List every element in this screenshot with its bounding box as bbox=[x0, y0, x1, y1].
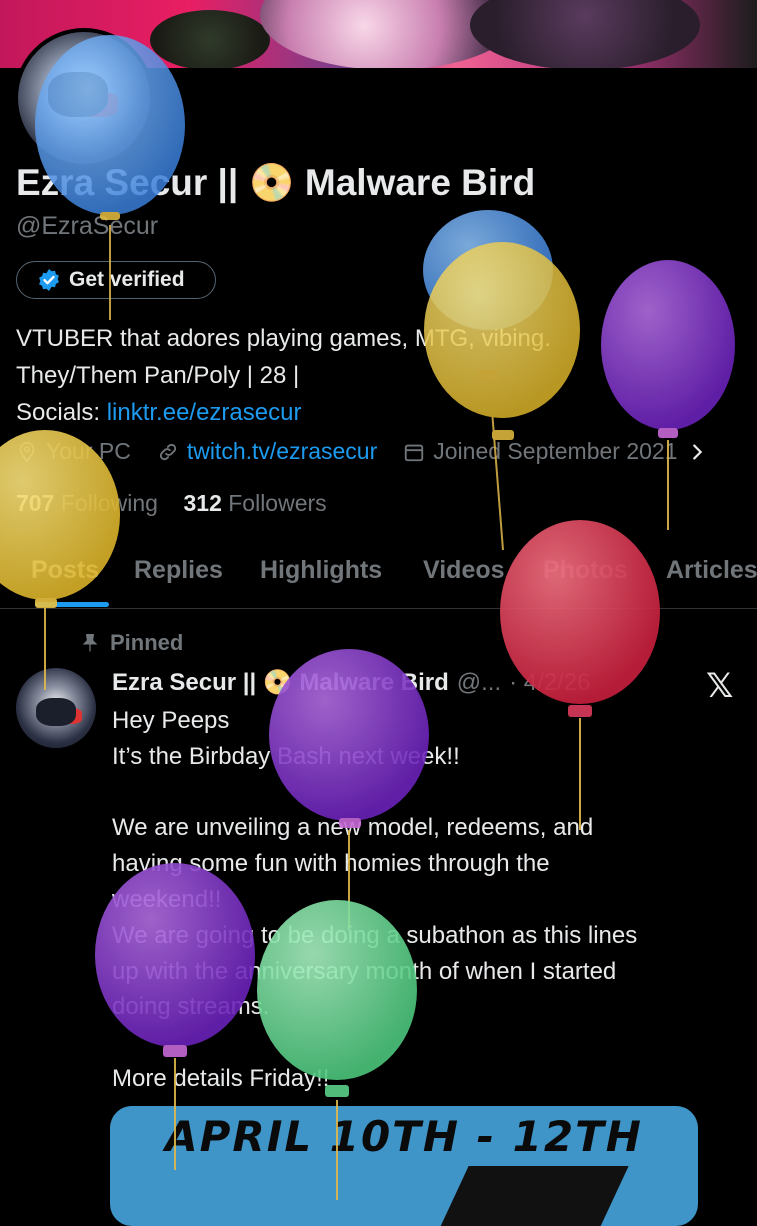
profile-handle: @EzraSecur bbox=[16, 212, 159, 240]
post-line: having some fun with homies through the bbox=[112, 850, 550, 878]
followers-count: 312 bbox=[183, 490, 222, 516]
post-line: weekend!! bbox=[112, 885, 222, 913]
pinned-indicator: Pinned bbox=[80, 630, 183, 656]
bio-line: They/Them Pan/Poly | 28 | bbox=[16, 362, 300, 389]
balloon-blue bbox=[423, 210, 553, 330]
tab-replies[interactable]: Replies bbox=[134, 556, 223, 585]
followers-link[interactable]: 312 Followers bbox=[183, 490, 326, 516]
x-logo-icon: 𝕏 bbox=[706, 667, 734, 705]
media-art bbox=[431, 1166, 629, 1226]
post-line: We are going to be doing a subathon as t… bbox=[112, 921, 638, 949]
bio-linktree-link[interactable]: linktr.ee/ezrasecur bbox=[107, 399, 302, 426]
followers-label: Followers bbox=[228, 490, 327, 516]
tab-highlights[interactable]: Highlights bbox=[260, 556, 382, 585]
profile-bio: VTUBER that adores playing games, MTG, v… bbox=[16, 320, 746, 431]
profile-joined[interactable]: Joined September 2021 bbox=[403, 438, 707, 465]
post-media-image[interactable]: APRIL 10TH - 12TH bbox=[110, 1106, 698, 1226]
following-link[interactable]: 707 Following bbox=[16, 490, 158, 516]
chevron-right-icon bbox=[692, 443, 702, 460]
location-text: Your PC bbox=[46, 438, 131, 464]
post-line: It’s the Birbday Bash next week!! bbox=[112, 742, 460, 770]
website-link[interactable]: twitch.tv/ezrasecur bbox=[187, 438, 377, 465]
verified-badge-icon bbox=[39, 269, 59, 291]
location-icon bbox=[19, 441, 35, 463]
banner-art bbox=[150, 10, 270, 68]
joined-text: Joined September 2021 bbox=[433, 438, 678, 464]
tab-videos[interactable]: Videos bbox=[423, 556, 505, 585]
post-line bbox=[112, 775, 732, 811]
profile-location: Your PC bbox=[16, 438, 131, 465]
profile-website[interactable]: twitch.tv/ezrasecur bbox=[157, 438, 377, 465]
get-verified-button[interactable]: Get verified bbox=[16, 261, 216, 299]
pin-icon bbox=[82, 634, 98, 652]
post-line: doing streams. bbox=[112, 993, 270, 1021]
post-line: Hey Peeps bbox=[112, 707, 230, 734]
bio-line: Socials: linktr.ee/ezrasecur bbox=[16, 394, 746, 431]
tab-articles[interactable]: Articles bbox=[666, 556, 757, 585]
bio-line: VTUBER that adores playing games, MTG, v… bbox=[16, 325, 551, 352]
tab-posts[interactable]: Posts bbox=[31, 556, 99, 585]
profile-tabs: Posts Replies Highlights Videos Photos A… bbox=[0, 548, 757, 609]
profile-meta: Your PC twitch.tv/ezrasecur Joined Septe… bbox=[16, 438, 734, 465]
tab-photos[interactable]: Photos bbox=[543, 556, 628, 585]
post-text: Hey Peeps It’s the Birbday Bash next wee… bbox=[112, 703, 732, 1097]
profile-avatar[interactable] bbox=[14, 28, 154, 168]
profile-display-name: Ezra Secur || 📀 Malware Bird bbox=[16, 162, 536, 203]
following-count: 707 bbox=[16, 490, 55, 516]
get-verified-label: Get verified bbox=[69, 268, 185, 291]
active-tab-indicator bbox=[35, 602, 109, 607]
link-icon bbox=[159, 443, 176, 460]
bio-socials-prefix: Socials: bbox=[16, 399, 107, 426]
post-line: up with the anniversary month of when I … bbox=[112, 957, 617, 985]
banner-art bbox=[470, 0, 700, 68]
post-line: We are unveiling a new model, redeems, a… bbox=[112, 814, 594, 842]
profile-stats: 707 Following 312 Followers bbox=[16, 490, 327, 517]
pinned-label: Pinned bbox=[110, 630, 184, 655]
post-header: Ezra Secur || 📀 Malware Bird @... · 4/2/… bbox=[112, 668, 591, 697]
post-author-avatar[interactable] bbox=[16, 668, 96, 748]
post-line bbox=[112, 1025, 732, 1061]
post-line: More details Friday!! bbox=[112, 1064, 330, 1092]
post-author-handle[interactable]: @... bbox=[457, 669, 501, 697]
post-date[interactable]: · 4/2/26 bbox=[509, 669, 590, 697]
calendar-icon bbox=[405, 444, 424, 461]
post-author-name[interactable]: Ezra Secur || 📀 Malware Bird bbox=[112, 668, 449, 697]
following-label: Following bbox=[60, 490, 158, 516]
media-title: APRIL 10TH - 12TH bbox=[165, 1112, 643, 1161]
